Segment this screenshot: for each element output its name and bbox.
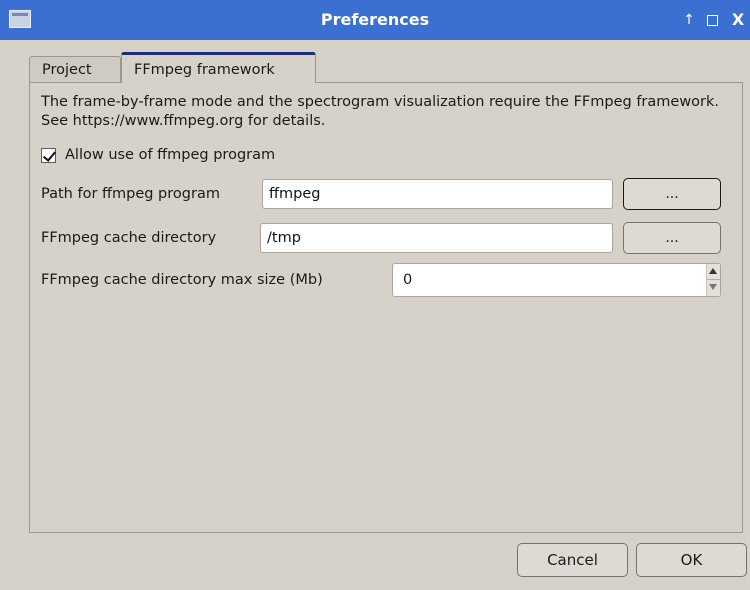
allow-ffmpeg-checkbox[interactable] (41, 147, 56, 163)
title-bar[interactable]: Preferences ↑ X (0, 0, 750, 40)
ffmpeg-settings-panel: The frame-by-frame mode and the spectrog… (29, 82, 743, 533)
cache-dir-label: FFmpeg cache directory (41, 230, 217, 246)
tab-project[interactable]: Project (29, 56, 121, 83)
cancel-button[interactable]: Cancel (517, 543, 628, 577)
ffmpeg-description: The frame-by-frame mode and the spectrog… (41, 94, 720, 129)
tab-ffmpeg-framework[interactable]: FFmpeg framework (121, 52, 316, 83)
ffmpeg-path-browse-button[interactable]: ... (623, 178, 721, 210)
spin-down-icon[interactable] (707, 280, 720, 296)
allow-ffmpeg-label[interactable]: Allow use of ffmpeg program (65, 147, 275, 163)
cache-dir-input[interactable]: /tmp (260, 223, 613, 253)
ffmpeg-path-input[interactable]: ffmpeg (262, 179, 613, 209)
cache-max-size-value[interactable]: 0 (403, 272, 412, 288)
cache-max-size-spinbox[interactable]: 0 (392, 263, 721, 297)
maximize-icon[interactable] (704, 10, 720, 30)
ok-button[interactable]: OK (636, 543, 747, 577)
ffmpeg-path-label: Path for ffmpeg program (41, 186, 220, 202)
keep-above-icon[interactable]: ↑ (681, 10, 697, 30)
cache-max-size-label: FFmpeg cache directory max size (Mb) (41, 272, 323, 288)
cache-dir-browse-button[interactable]: ... (623, 222, 721, 254)
allow-ffmpeg-row[interactable]: Allow use of ffmpeg program (41, 145, 275, 165)
close-icon[interactable]: X (730, 10, 746, 30)
spin-up-icon[interactable] (707, 264, 720, 280)
window-title: Preferences (320, 10, 430, 29)
spinbox-arrows (706, 264, 720, 296)
